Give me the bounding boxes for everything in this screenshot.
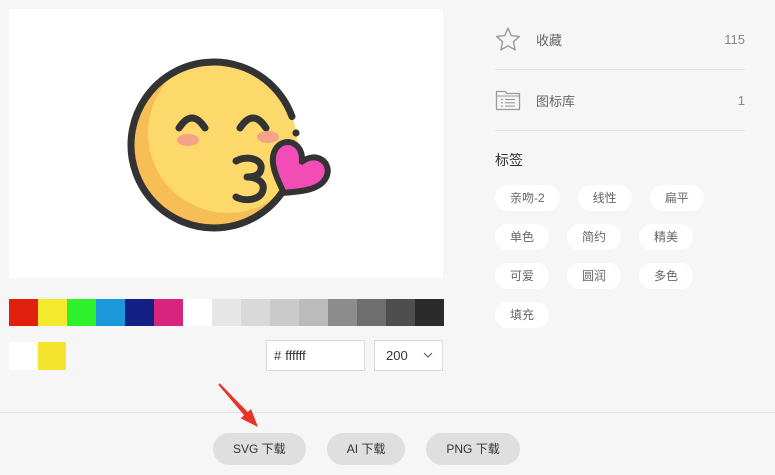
tag-pill[interactable]: 单色: [495, 224, 550, 250]
tag-pill[interactable]: 亲吻-2: [495, 185, 560, 211]
color-swatch[interactable]: [328, 299, 357, 326]
tag-pill[interactable]: 填充: [495, 302, 550, 328]
color-swatch[interactable]: [125, 299, 154, 326]
hex-color-field[interactable]: #: [266, 340, 365, 371]
color-swatch[interactable]: [212, 299, 241, 326]
color-swatch[interactable]: [270, 299, 299, 326]
chevron-down-icon: [423, 352, 433, 358]
tags-title: 标签: [495, 152, 523, 168]
color-swatch[interactable]: [38, 299, 67, 326]
ai-download-button[interactable]: AI 下载: [326, 433, 406, 465]
tag-pill[interactable]: 精美: [639, 224, 694, 250]
tag-pill[interactable]: 扁平: [649, 185, 704, 211]
icon-preview: [9, 9, 443, 278]
color-swatch[interactable]: [241, 299, 270, 326]
color-swatch[interactable]: [357, 299, 386, 326]
icon-library-icon: [495, 87, 521, 113]
current-color-chip[interactable]: [38, 342, 66, 370]
color-swatch[interactable]: [183, 299, 212, 326]
kissing-face-heart-icon: [127, 58, 331, 232]
tag-pill[interactable]: 可爱: [495, 263, 550, 289]
color-palette: [9, 299, 444, 326]
svg-download-button[interactable]: SVG 下载: [213, 433, 306, 465]
color-swatch[interactable]: [299, 299, 328, 326]
size-select[interactable]: 200: [374, 340, 443, 371]
download-buttons: SVG 下载 AI 下载 PNG 下载: [213, 433, 520, 465]
favorites-row[interactable]: 收藏 115: [495, 9, 745, 70]
icon-library-label: 图标库: [536, 93, 576, 109]
hex-prefix: #: [274, 348, 282, 363]
favorites-count: 115: [724, 31, 745, 47]
star-icon[interactable]: [495, 26, 521, 52]
tag-pill[interactable]: 多色: [639, 263, 694, 289]
color-swatch[interactable]: [415, 299, 444, 326]
hex-color-input[interactable]: [285, 348, 352, 363]
icon-library-count: 1: [737, 92, 745, 108]
png-download-button[interactable]: PNG 下载: [426, 433, 520, 465]
size-select-value: 200: [386, 348, 408, 363]
divider: [0, 412, 775, 413]
current-color-chip[interactable]: [9, 342, 37, 370]
current-colors: [9, 342, 66, 370]
icon-library-row[interactable]: 图标库 1: [495, 70, 745, 131]
tag-pill[interactable]: 线性: [577, 185, 632, 211]
color-swatch[interactable]: [96, 299, 125, 326]
color-swatch[interactable]: [154, 299, 183, 326]
red-arrow-icon: [218, 383, 258, 427]
tag-pill[interactable]: 简约: [567, 224, 622, 250]
favorites-label: 收藏: [536, 32, 563, 48]
icon-info-panel: 收藏 115 图标库 1 标签 亲吻-2 线性 扁平单色 简约 精美可爱 圆润 多色填充: [495, 9, 745, 341]
tag-list: 亲吻-2 线性 扁平单色 简约 精美可爱 圆润 多色填充: [495, 185, 745, 341]
color-swatch[interactable]: [386, 299, 415, 326]
color-swatch[interactable]: [67, 299, 96, 326]
tag-pill[interactable]: 圆润: [567, 263, 622, 289]
color-swatch[interactable]: [9, 299, 38, 326]
